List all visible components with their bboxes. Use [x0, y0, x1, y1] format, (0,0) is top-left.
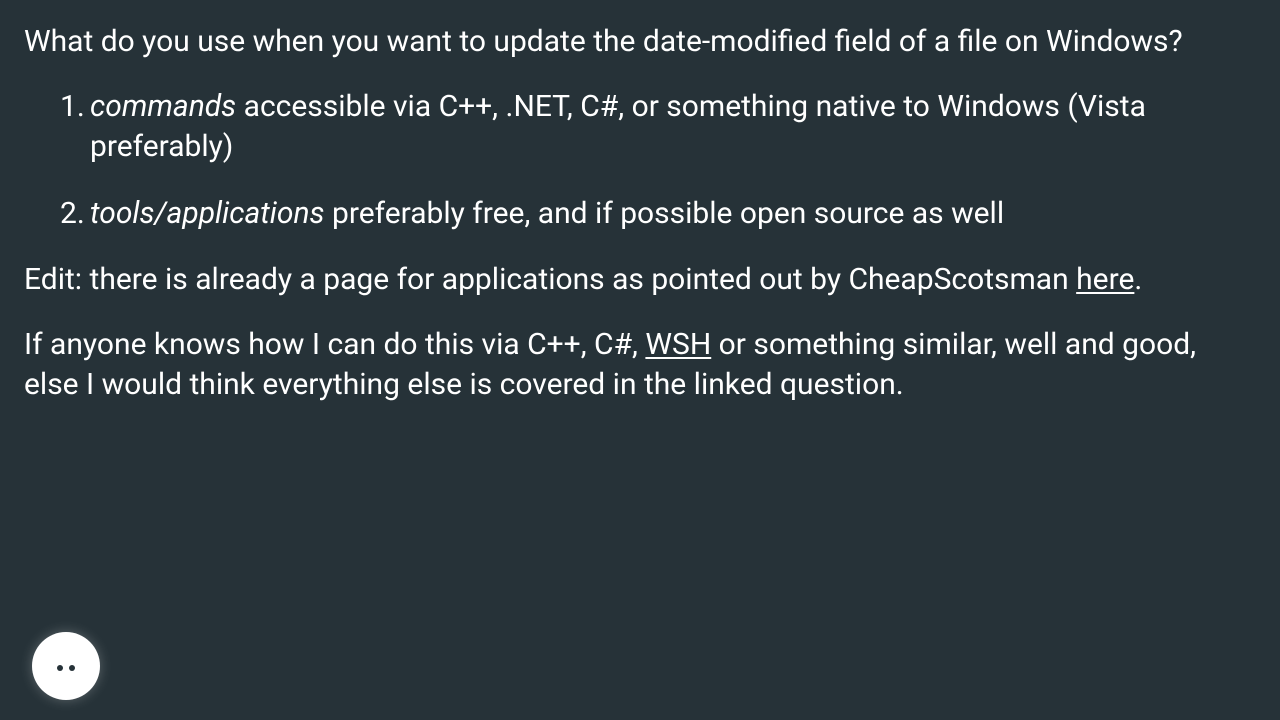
list-item-emphasis: commands: [90, 89, 236, 124]
list-item: tools/applications preferably free, and …: [90, 194, 1256, 235]
article-body: What do you use when you want to update …: [0, 0, 1280, 406]
list-item: commands accessible via C++, .NET, C#, o…: [90, 87, 1256, 168]
avatar-dot-icon: [57, 665, 63, 671]
intro-paragraph: What do you use when you want to update …: [24, 22, 1256, 63]
list-item-text: accessible via C++, .NET, C#, or somethi…: [90, 89, 1146, 165]
final-paragraph: If anyone knows how I can do this via C+…: [24, 325, 1256, 406]
here-link[interactable]: here: [1076, 262, 1134, 297]
final-text-before: If anyone knows how I can do this via C+…: [24, 327, 645, 362]
requirements-list: commands accessible via C++, .NET, C#, o…: [24, 87, 1256, 235]
wsh-link[interactable]: WSH: [645, 327, 711, 362]
edit-text-before: Edit: there is already a page for applic…: [24, 262, 1076, 297]
list-item-emphasis: tools/applications: [90, 196, 325, 231]
avatar[interactable]: [32, 632, 100, 700]
avatar-dot-icon: [69, 665, 75, 671]
edit-text-after: .: [1134, 262, 1142, 297]
edit-paragraph: Edit: there is already a page for applic…: [24, 260, 1256, 301]
list-item-text: preferably free, and if possible open so…: [325, 196, 1005, 231]
